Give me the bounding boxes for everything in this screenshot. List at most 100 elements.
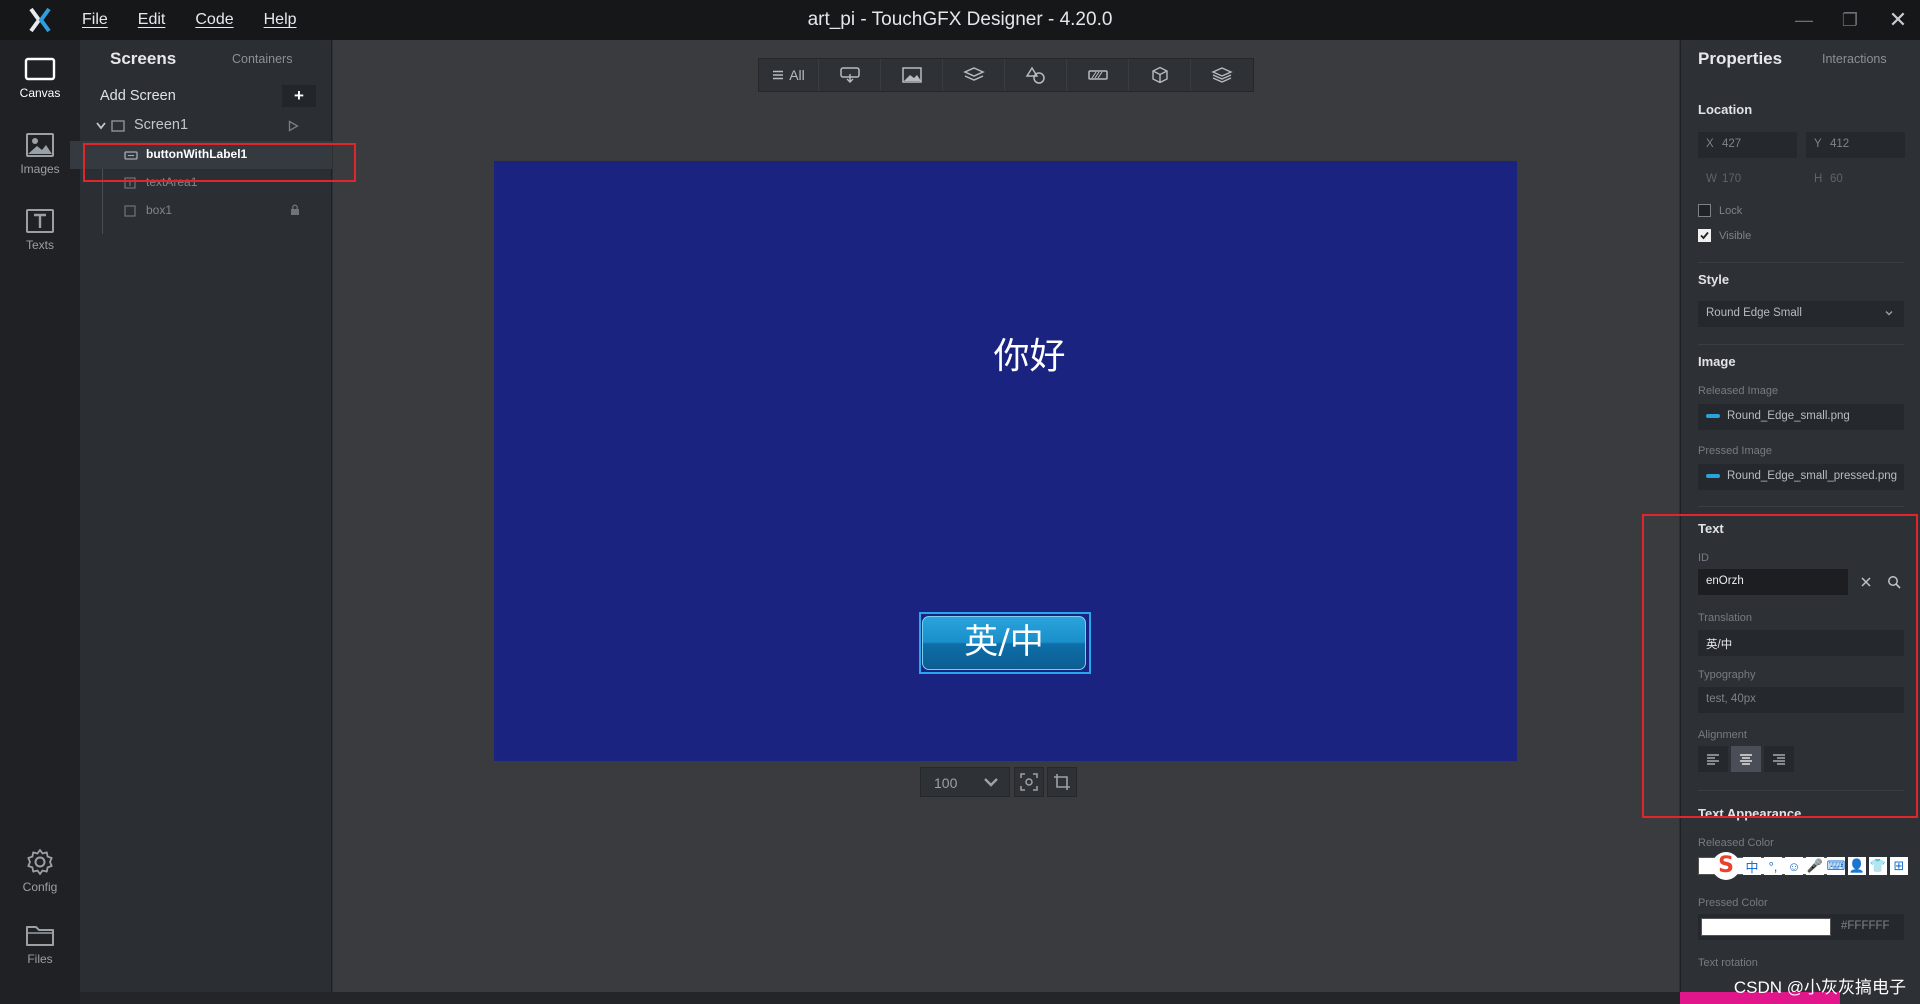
widget-row-button[interactable]: buttonWithLabel1 <box>70 141 332 169</box>
filter-all-button[interactable]: All <box>759 59 819 91</box>
ime-emoji-icon[interactable]: ☺ <box>1785 857 1803 875</box>
close-button[interactable]: ✕ <box>1876 0 1920 40</box>
image-icon <box>26 133 54 157</box>
menu-help[interactable]: Help <box>264 0 297 40</box>
button-icon <box>124 151 138 160</box>
nav-texts[interactable]: Texts <box>0 208 80 252</box>
ime-keyboard-icon[interactable]: ⌨ <box>1827 857 1845 875</box>
ime-toolbar: S 中 °, ☺ 🎤 ⌨ 👤 👕 ⊞ <box>1712 852 1908 880</box>
pressed-color-field[interactable]: #FFFFFF <box>1698 914 1904 940</box>
search-text-id-button[interactable] <box>1881 569 1907 595</box>
chevron-down-icon[interactable] <box>96 122 106 130</box>
align-right-icon <box>1773 754 1785 765</box>
released-image-field[interactable]: Round_Edge_small.png <box>1698 404 1904 430</box>
checkmark-icon <box>1700 231 1709 240</box>
filter-containers-button[interactable] <box>943 59 1005 91</box>
translation-value: 英/中 <box>1706 639 1733 651</box>
image-filter-icon <box>901 67 922 83</box>
clear-text-id-button[interactable] <box>1853 569 1879 595</box>
align-left-button[interactable] <box>1698 746 1728 772</box>
3d-filter-icon <box>1151 66 1168 84</box>
search-icon <box>1888 576 1901 589</box>
style-title: Style <box>1698 272 1730 287</box>
text-id-label: ID <box>1698 552 1709 564</box>
chevron-down-icon <box>984 778 998 787</box>
widget-filter-toolbar: All <box>758 58 1254 92</box>
filter-shapes-button[interactable] <box>1005 59 1067 91</box>
y-field[interactable]: Y 412 <box>1806 132 1905 158</box>
play-icon[interactable] <box>288 120 299 132</box>
lock-checkbox[interactable] <box>1698 204 1711 217</box>
tab-interactions[interactable]: Interactions <box>1822 52 1887 66</box>
align-right-button[interactable] <box>1764 746 1794 772</box>
filter-progress-button[interactable] <box>1067 59 1129 91</box>
translation-field[interactable]: 英/中 <box>1698 630 1904 656</box>
chevron-down-icon <box>1885 311 1893 316</box>
widget-row-textarea[interactable]: textArea1 <box>80 169 332 197</box>
button-filter-icon <box>839 67 860 83</box>
text-id-field[interactable]: enOrzh <box>1698 569 1848 595</box>
shapes-filter-icon <box>1025 66 1045 84</box>
focus-icon <box>1020 773 1038 791</box>
h-label: H <box>1814 173 1823 185</box>
pressed-image-label: Pressed Image <box>1698 445 1772 457</box>
style-value: Round Edge Small <box>1706 307 1802 319</box>
filter-3d-button[interactable] <box>1129 59 1191 91</box>
nav-canvas[interactable]: Canvas <box>0 56 80 100</box>
ime-chinese-icon[interactable]: 中 <box>1743 857 1761 875</box>
stage-text-area[interactable]: 你好 <box>494 327 1517 379</box>
nav-config[interactable]: Config <box>0 848 80 894</box>
ime-logo-icon[interactable]: S <box>1712 852 1740 880</box>
style-dropdown[interactable]: Round Edge Small <box>1698 301 1904 327</box>
screen-name: Screen1 <box>134 117 189 133</box>
visible-checkbox[interactable] <box>1698 229 1711 242</box>
ime-skin-icon[interactable]: 👕 <box>1869 857 1887 875</box>
h-field[interactable]: H 60 <box>1806 167 1905 193</box>
image-swatch <box>1706 474 1720 478</box>
ime-menu-icon[interactable]: ⊞ <box>1890 857 1908 875</box>
minimize-button[interactable]: — <box>1782 0 1826 40</box>
w-value: 170 <box>1722 173 1742 185</box>
maximize-button[interactable]: ❐ <box>1828 0 1872 40</box>
filter-images-button[interactable] <box>881 59 943 91</box>
screen-row[interactable]: Screen1 <box>80 112 332 140</box>
typography-field[interactable]: test, 40px <box>1698 687 1904 713</box>
zoom-select[interactable]: 100 <box>920 767 1010 797</box>
text-title: Text <box>1698 521 1724 536</box>
lock-icon[interactable] <box>290 204 300 216</box>
align-center-button[interactable] <box>1731 746 1761 772</box>
text-area-icon <box>124 177 136 189</box>
menu-code[interactable]: Code <box>195 0 233 40</box>
filter-layers-button[interactable] <box>1191 59 1253 91</box>
tab-containers[interactable]: Containers <box>232 52 292 66</box>
nav-images[interactable]: Images <box>0 132 80 176</box>
menu-edit[interactable]: Edit <box>138 0 166 40</box>
y-value: 412 <box>1830 138 1850 150</box>
location-title: Location <box>1698 102 1753 117</box>
tab-screens[interactable]: Screens <box>110 49 176 69</box>
x-field[interactable]: X 427 <box>1698 132 1797 158</box>
box-icon <box>124 205 136 217</box>
menu-file[interactable]: File <box>82 0 108 40</box>
ime-mic-icon[interactable]: 🎤 <box>1806 857 1824 875</box>
pressed-color-swatch[interactable] <box>1701 918 1831 936</box>
nav-files[interactable]: Files <box>0 922 80 966</box>
w-field[interactable]: W 170 <box>1698 167 1797 193</box>
tab-properties[interactable]: Properties <box>1698 49 1782 69</box>
lock-label: Lock <box>1719 205 1743 217</box>
divider <box>1698 344 1904 345</box>
folder-icon <box>26 926 54 946</box>
pressed-image-field[interactable]: Round_Edge_small_pressed.png <box>1698 464 1904 490</box>
fit-screen-button[interactable] <box>1014 767 1044 797</box>
filter-buttons-button[interactable] <box>819 59 881 91</box>
crop-button[interactable] <box>1047 767 1077 797</box>
visible-label: Visible <box>1719 230 1752 242</box>
ime-punctuation-icon[interactable]: °, <box>1764 857 1782 875</box>
status-strip <box>80 992 1680 1004</box>
widget-row-box[interactable]: box1 <box>80 197 332 225</box>
pressed-color-label: Pressed Color <box>1698 897 1768 909</box>
ime-user-icon[interactable]: 👤 <box>1848 857 1866 875</box>
add-screen-button[interactable]: + <box>282 85 316 107</box>
canvas-area[interactable]: All 你好 英/中 100 <box>333 40 1679 992</box>
stage-button-with-label[interactable]: 英/中 <box>922 616 1086 670</box>
